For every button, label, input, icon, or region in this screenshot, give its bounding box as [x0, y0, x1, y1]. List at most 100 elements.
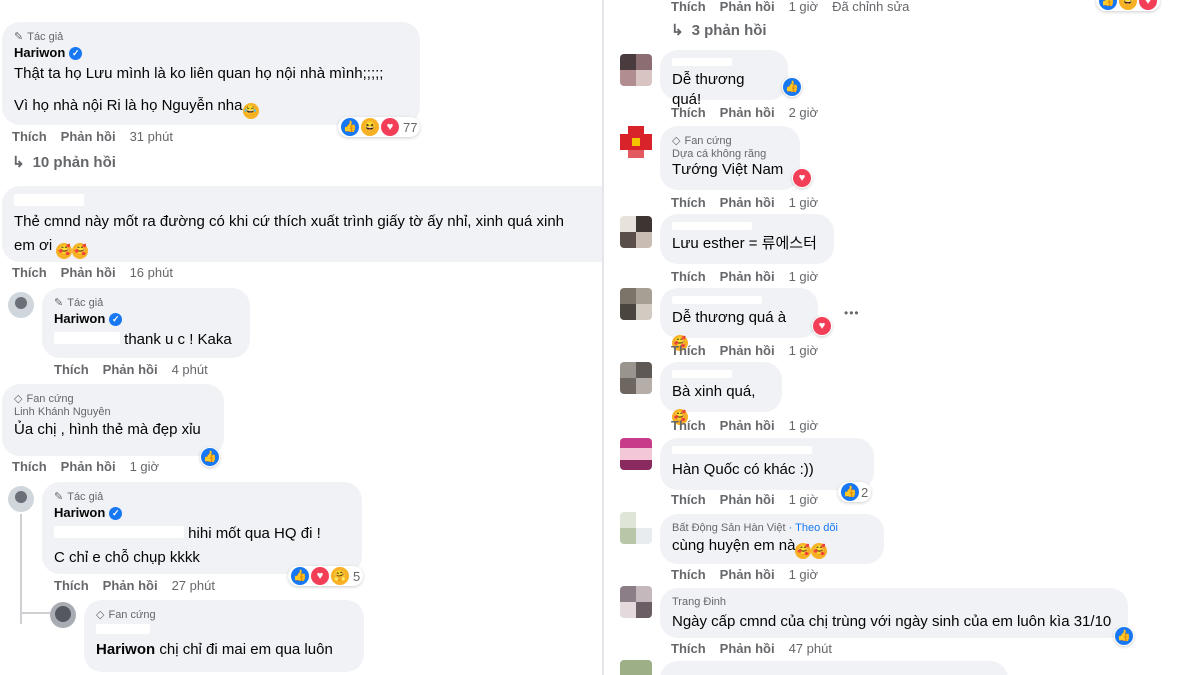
- view-replies-link[interactable]: ↳ 3 phản hồi: [671, 21, 767, 40]
- care-react-icon: 🤗: [331, 567, 349, 585]
- like-button[interactable]: Thích: [671, 492, 706, 507]
- like-button[interactable]: Thích: [671, 567, 706, 582]
- timestamp: 1 giờ: [788, 269, 819, 284]
- comment-bubble-r9: [660, 661, 1008, 675]
- reply-button[interactable]: Phản hồi: [103, 362, 158, 377]
- like-button[interactable]: Thích: [54, 578, 89, 593]
- reply-button[interactable]: Phản hồi: [720, 492, 775, 507]
- comment-actions: Thích Phản hồi 16 phút: [12, 265, 173, 280]
- comment-actions: Thích Phản hồi 1 giờ: [671, 195, 818, 210]
- timestamp: 1 giờ: [788, 567, 819, 582]
- diamond-icon: ◇: [672, 135, 681, 147]
- reaction-summary[interactable]: 👍: [200, 447, 220, 467]
- like-react-icon: 👍: [1099, 0, 1117, 10]
- avatar[interactable]: [50, 602, 76, 628]
- timestamp: 1 giờ: [788, 0, 819, 14]
- like-button[interactable]: Thích: [12, 129, 47, 144]
- reaction-summary[interactable]: 👍 😆 ♥: [1096, 0, 1160, 11]
- reply-button[interactable]: Phản hồi: [103, 578, 158, 593]
- fan-badge: ◇ Fan cứng: [96, 609, 156, 621]
- avatar[interactable]: [620, 216, 652, 248]
- comment-text: hihi mốt qua HQ đi !: [54, 524, 350, 544]
- smiling-hearts-emoji-icon: 🥰: [795, 543, 812, 559]
- avatar[interactable]: [620, 438, 652, 470]
- reply-button[interactable]: Phản hồi: [720, 0, 775, 14]
- timestamp: 1 giờ: [788, 195, 819, 210]
- reply-button[interactable]: Phản hồi: [61, 129, 116, 144]
- reaction-summary[interactable]: 👍 2: [838, 482, 872, 502]
- comment-bubble-r6: Hàn Quốc có khác :)): [660, 438, 874, 490]
- reply-button[interactable]: Phản hồi: [720, 567, 775, 582]
- timestamp: 1 giờ: [788, 343, 819, 358]
- love-react-icon: ♥: [381, 118, 399, 136]
- smiling-hearts-emoji-icon: 🥰: [56, 243, 73, 259]
- reply-button[interactable]: Phản hồi: [720, 641, 775, 656]
- timestamp: 47 phút: [788, 641, 832, 656]
- like-button[interactable]: Thích: [671, 641, 706, 656]
- avatar[interactable]: [8, 292, 34, 318]
- like-react-icon: 👍: [201, 448, 219, 466]
- like-button[interactable]: Thích: [671, 0, 706, 14]
- reply-bubble-hariwon-2: ✎ Tác giả Hariwon ✓ hihi mốt qua HQ đi ! C…: [42, 482, 362, 574]
- reaction-summary[interactable]: 👍 😆 ♥ 77: [338, 117, 421, 137]
- like-button[interactable]: Thích: [54, 362, 89, 377]
- comment-text: thank u c ! Kaka: [54, 330, 238, 350]
- like-button[interactable]: Thích: [671, 269, 706, 284]
- comment-bubble-r1: Dễ thương quá!: [660, 50, 788, 108]
- timestamp: 1 giờ: [788, 418, 819, 433]
- author-badge: ✎ Tác giả: [14, 31, 64, 43]
- reply-button[interactable]: Phản hồi: [61, 459, 116, 474]
- blurred-mention: [54, 526, 184, 538]
- commenter-name[interactable]: Hariwon ✓: [14, 44, 408, 62]
- commenter-name[interactable]: Hariwon ✓: [54, 310, 238, 328]
- fan-badge: ◇ Fan cứng: [14, 393, 74, 405]
- verified-badge-icon: ✓: [109, 312, 123, 326]
- avatar[interactable]: [620, 512, 652, 544]
- pencil-icon: ✎: [54, 491, 64, 503]
- reply-button[interactable]: Phản hồi: [720, 105, 775, 120]
- avatar[interactable]: [620, 660, 652, 675]
- avatar[interactable]: [8, 486, 34, 512]
- like-button[interactable]: Thích: [671, 195, 706, 210]
- comment-actions: Thích Phản hồi 1 giờ: [671, 567, 818, 582]
- author-badge: ✎ Tác giả: [54, 491, 104, 503]
- avatar[interactable]: [620, 586, 652, 618]
- reaction-summary[interactable]: 👍: [1114, 626, 1134, 646]
- like-button[interactable]: Thích: [671, 418, 706, 433]
- pencil-icon: ✎: [54, 297, 64, 309]
- reply-button[interactable]: Phản hồi: [720, 269, 775, 284]
- avatar[interactable]: [620, 288, 652, 320]
- comment-bubble-hariwon-1: ✎ Tác giả Hariwon ✓ Thật ta họ Lưu mình là…: [2, 22, 420, 125]
- like-button[interactable]: Thích: [671, 343, 706, 358]
- follow-link[interactable]: · Theo dõi: [789, 522, 838, 534]
- like-button[interactable]: Thích: [671, 105, 706, 120]
- mention-link[interactable]: Hariwon: [96, 641, 155, 658]
- commenter-name[interactable]: Hariwon ✓: [54, 504, 350, 522]
- like-react-icon: 👍: [841, 483, 859, 501]
- comment-text: Thật ta họ Lưu mình là ko liên quan họ n…: [14, 65, 384, 82]
- reply-arrow-icon: ↳: [671, 22, 684, 39]
- comment-text: Hariwon chị chỉ đi mai em qua luôn: [96, 641, 333, 658]
- blurred-name: [96, 624, 150, 634]
- comment-bubble-r7: Bất Động Sản Hàn Việt · Theo dõi cùng hu…: [660, 514, 884, 564]
- blurred-name: Trang Đinh: [672, 596, 727, 608]
- reply-button[interactable]: Phản hồi: [720, 343, 775, 358]
- right-comment-panel: Thích Phản hồi 1 giờ Đã chỉnh sửa 👍 😆 ♥ …: [604, 0, 1200, 675]
- comment-bubble-r4: Dễ thương quá à 🥰: [660, 288, 818, 351]
- avatar[interactable]: [620, 362, 652, 394]
- thread-line-connector: [20, 612, 50, 614]
- reaction-summary[interactable]: ♥: [792, 168, 812, 188]
- reply-button[interactable]: Phản hồi: [720, 418, 775, 433]
- avatar[interactable]: [620, 126, 652, 158]
- avatar[interactable]: [620, 54, 652, 86]
- reaction-summary[interactable]: ♥: [812, 316, 832, 336]
- fan-badge: ◇ Fan cứng: [672, 135, 732, 147]
- reply-button[interactable]: Phản hồi: [61, 265, 116, 280]
- like-button[interactable]: Thích: [12, 459, 47, 474]
- more-icon[interactable]: •••: [844, 306, 860, 320]
- reaction-summary[interactable]: 👍 ♥ 🤗 5: [288, 566, 364, 586]
- reaction-summary[interactable]: 👍: [782, 77, 802, 97]
- view-replies-link[interactable]: ↳ 10 phản hồi: [12, 153, 116, 172]
- like-button[interactable]: Thích: [12, 265, 47, 280]
- reply-button[interactable]: Phản hồi: [720, 195, 775, 210]
